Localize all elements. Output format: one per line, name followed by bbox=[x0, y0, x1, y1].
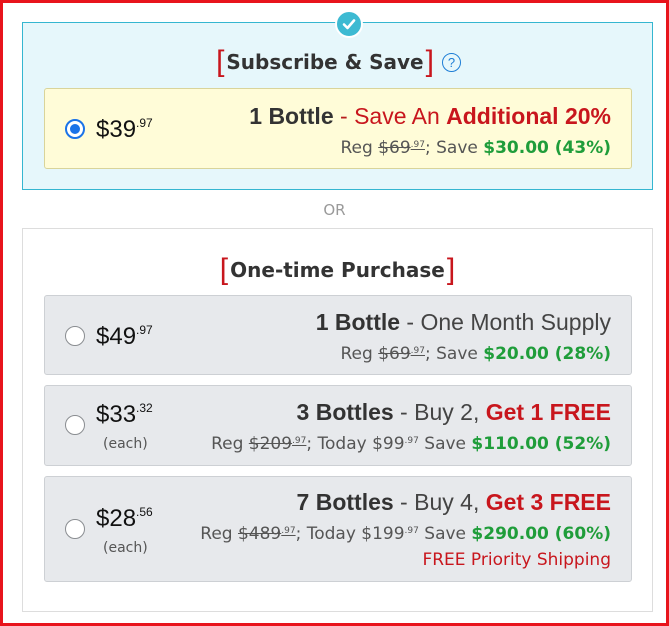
option-price: $28.56 bbox=[96, 505, 153, 532]
bracket-right: ] bbox=[446, 253, 456, 286]
option-pricing-detail: Reg $209.97; Today $99.97 Save $110.00 (… bbox=[211, 434, 611, 454]
or-divider: OR bbox=[323, 201, 346, 219]
subscribe-title: [Subscribe & Save]? bbox=[23, 45, 652, 79]
check-icon bbox=[335, 10, 363, 38]
one-time-section: [One-time Purchase] $49.97 1 Bottle - On… bbox=[22, 228, 653, 612]
option-headline: 3 Bottles - Buy 2, Get 1 FREE bbox=[296, 399, 611, 425]
option-pricing-detail: Reg $69.97; Save $30.00 (43%) bbox=[340, 138, 612, 158]
option-each-label: (each) bbox=[103, 436, 148, 452]
option-pricing-detail: Reg $69.97; Save $20.00 (28%) bbox=[340, 344, 612, 364]
option-price: $49.97 bbox=[96, 323, 153, 350]
one-time-option-7-bottles[interactable]: $28.56 (each) 7 Bottles - Buy 4, Get 3 F… bbox=[44, 476, 632, 582]
free-shipping-note: FREE Priority Shipping bbox=[422, 550, 611, 570]
one-time-title: [One-time Purchase] bbox=[23, 253, 652, 287]
offer-frame: [Subscribe & Save]? $39.97 1 Bottle - Sa… bbox=[0, 0, 669, 626]
option-price: $39.97 bbox=[96, 116, 153, 143]
option-headline: 1 Bottle - One Month Supply bbox=[315, 309, 611, 335]
option-pricing-detail: Reg $489.97; Today $199.97 Save $290.00 … bbox=[200, 524, 611, 544]
radio-unselected[interactable] bbox=[65, 326, 85, 346]
subscribe-title-text: Subscribe & Save bbox=[226, 50, 424, 74]
option-headline: 7 Bottles - Buy 4, Get 3 FREE bbox=[296, 489, 611, 515]
option-each-label: (each) bbox=[103, 540, 148, 556]
subscribe-option-1-bottle[interactable]: $39.97 1 Bottle - Save An Additional 20%… bbox=[44, 88, 632, 169]
subscribe-section: [Subscribe & Save]? $39.97 1 Bottle - Sa… bbox=[22, 10, 653, 190]
bracket-left: [ bbox=[219, 253, 229, 286]
option-headline: 1 Bottle - Save An Additional 20% bbox=[249, 103, 611, 129]
radio-unselected[interactable] bbox=[65, 519, 85, 539]
question-icon[interactable]: ? bbox=[441, 53, 461, 72]
radio-unselected[interactable] bbox=[65, 415, 85, 435]
one-time-option-1-bottle[interactable]: $49.97 1 Bottle - One Month Supply Reg $… bbox=[44, 295, 632, 375]
radio-selected[interactable] bbox=[65, 119, 85, 139]
bracket-left: [ bbox=[216, 45, 225, 78]
one-time-option-3-bottles[interactable]: $33.32 (each) 3 Bottles - Buy 2, Get 1 F… bbox=[44, 385, 632, 466]
option-price: $33.32 bbox=[96, 401, 153, 428]
one-time-title-text: One-time Purchase bbox=[230, 258, 445, 282]
bracket-right: ] bbox=[425, 45, 434, 78]
